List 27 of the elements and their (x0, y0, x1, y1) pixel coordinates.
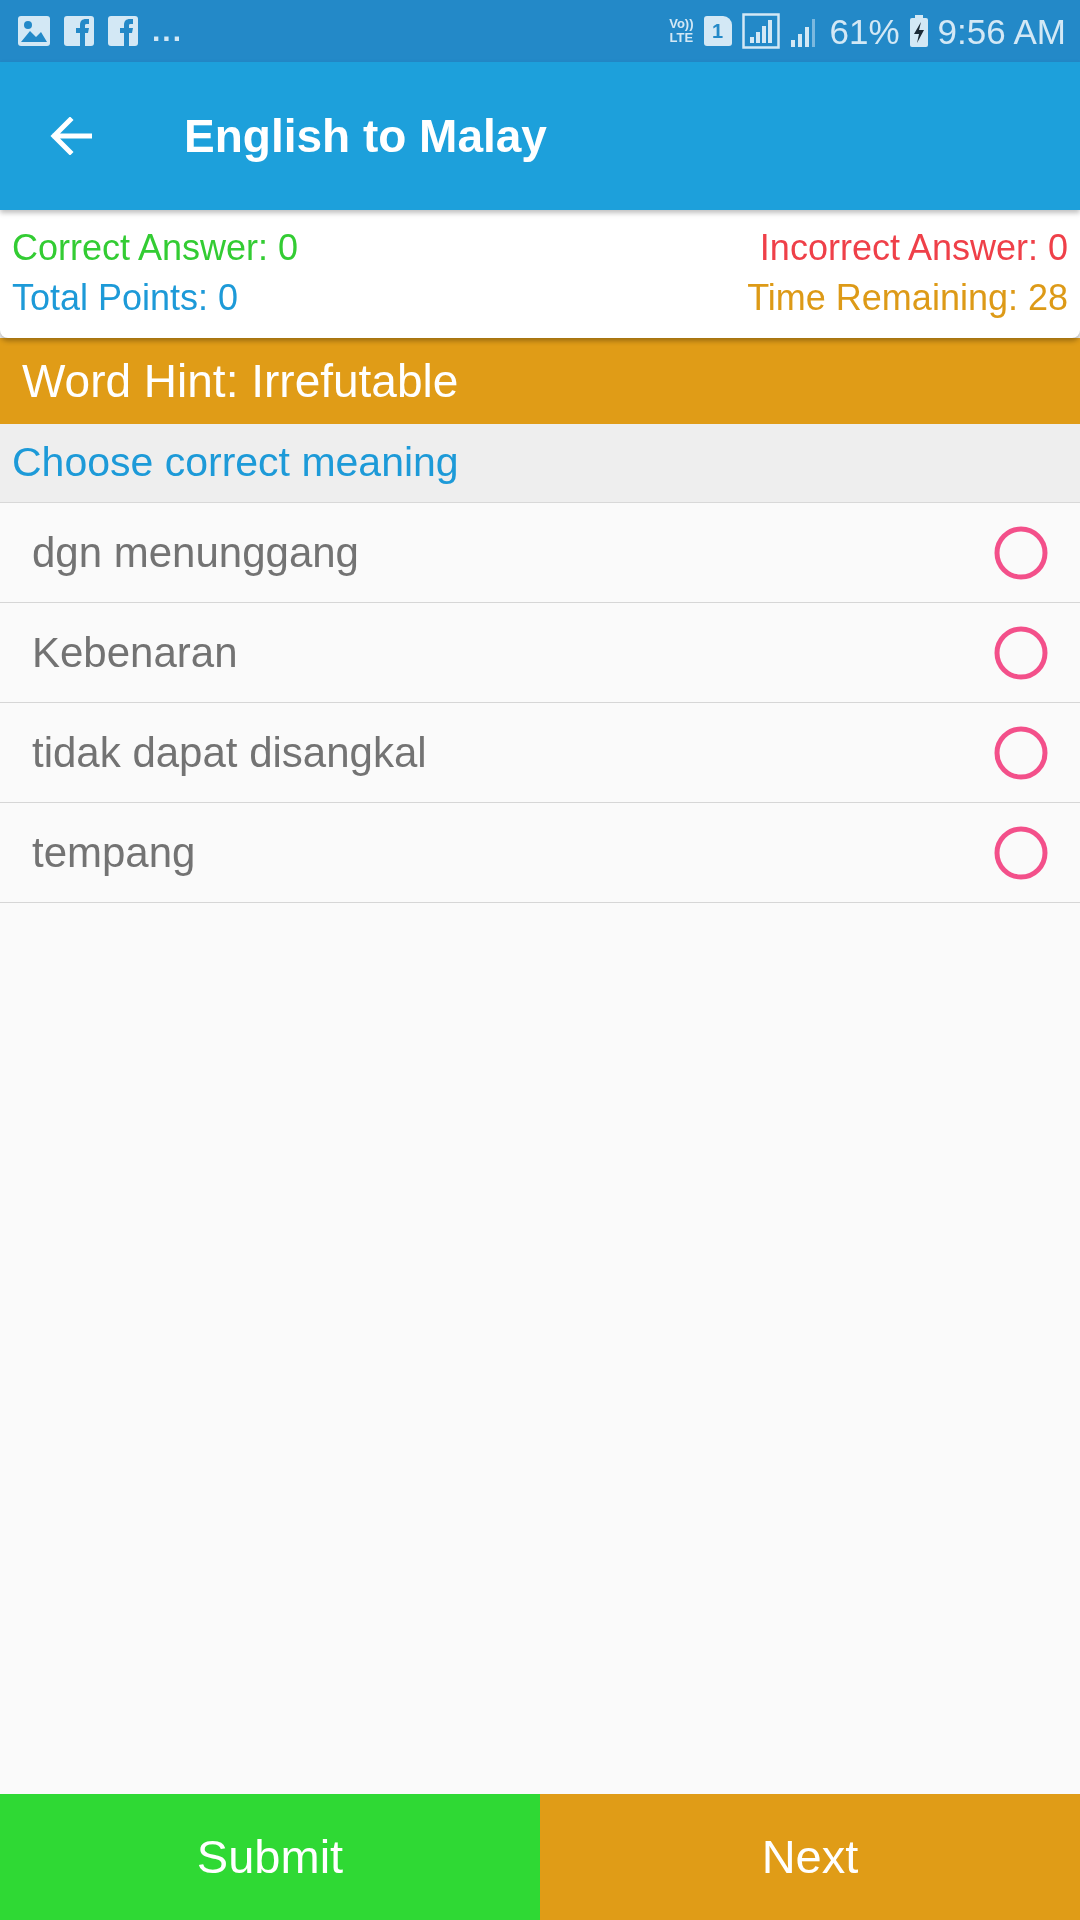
time-remaining: Time Remaining: 28 (747, 277, 1068, 318)
correct-answer-count: Correct Answer: 0 (12, 227, 299, 268)
option-text: Kebenaran (32, 628, 238, 678)
radio-button-icon[interactable] (994, 825, 1048, 880)
word-hint-text: Word Hint: Irrefutable (22, 353, 459, 409)
more-notifications-text: ... (152, 16, 183, 46)
facebook-icon (64, 16, 94, 46)
signal-icon (741, 13, 780, 49)
radio-button-icon[interactable] (994, 525, 1048, 580)
volte-indicator: Vo)) LTE (669, 17, 694, 45)
radio-button-icon[interactable] (994, 625, 1048, 680)
sim-indicator: 1 (703, 16, 732, 46)
option-text: tidak dapat disangkal (32, 728, 427, 778)
facebook-icon (108, 16, 138, 46)
incorrect-answer-count: Incorrect Answer: 0 (759, 227, 1068, 268)
battery-percent-text: 61% (829, 13, 900, 49)
image-icon (18, 16, 50, 46)
clock-text: 9:56 AM (937, 13, 1066, 49)
option-text: tempang (32, 828, 196, 878)
next-button[interactable]: Next (540, 1794, 1080, 1920)
screen-title: English to Malay (184, 108, 547, 164)
total-points: Total Points: 0 (12, 277, 239, 318)
back-arrow-icon[interactable] (50, 117, 92, 155)
prompt-text: Choose correct meaning (12, 438, 459, 488)
radio-button-icon[interactable] (994, 725, 1048, 780)
option-text: dgn menunggang (32, 528, 359, 578)
battery-charging-icon (909, 15, 928, 47)
